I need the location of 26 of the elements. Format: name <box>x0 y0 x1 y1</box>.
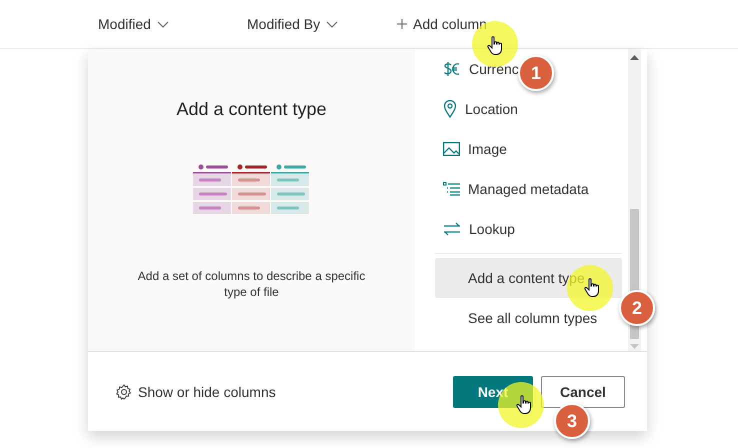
cancel-button[interactable]: Cancel <box>541 376 625 408</box>
column-header[interactable]: Add column <box>413 16 487 32</box>
menu-item[interactable]: See all column types <box>435 298 602 338</box>
plus-icon <box>397 19 407 29</box>
menu-item[interactable]: Managed metadata <box>435 169 593 209</box>
hand-cursor-icon <box>487 36 503 56</box>
menu-item[interactable]: Image <box>435 129 511 169</box>
dialog-title: Add a content type <box>176 99 327 120</box>
currency-icon <box>443 61 461 77</box>
arrows-icon <box>443 222 461 236</box>
chevron-down-icon <box>156 20 169 28</box>
location-pin-icon <box>443 100 457 118</box>
menu-item[interactable]: Lookup <box>435 209 519 249</box>
chevron-down-icon <box>326 20 338 28</box>
list-icon <box>443 182 460 196</box>
image-icon <box>443 142 460 156</box>
scroll-up-icon[interactable] <box>630 55 639 60</box>
hand-cursor-icon <box>516 395 532 415</box>
scrollbar[interactable] <box>628 49 641 351</box>
settings-icon <box>116 384 132 400</box>
hand-cursor-icon <box>584 278 600 298</box>
column-header[interactable]: Modified By <box>247 16 320 32</box>
description-text: Add a set of columns to describe a specific type of file <box>136 268 366 300</box>
column-header[interactable]: Modified <box>98 16 151 32</box>
menu-item[interactable]: Location <box>435 89 522 129</box>
show-hide-columns-link[interactable]: Show or hide columns <box>116 384 453 400</box>
